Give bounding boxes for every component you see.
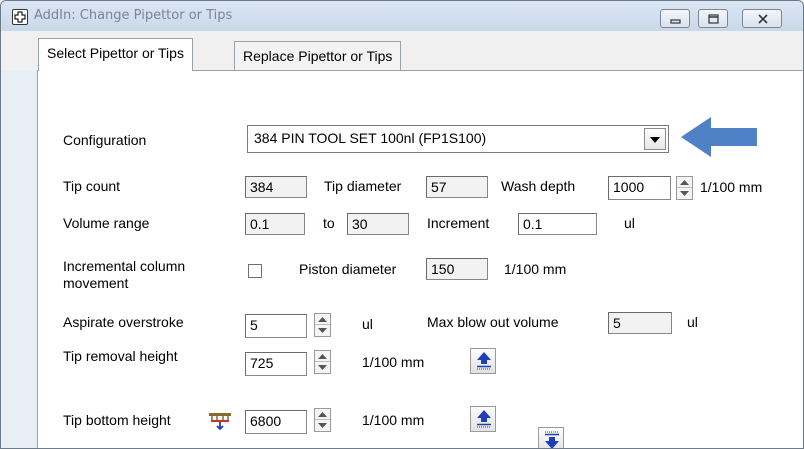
wash-depth-input[interactable]: 1000 [608,176,671,200]
volume-range-max-field: 30 [347,213,409,235]
max-blow-out-volume-label: Max blow out volume [427,314,559,330]
configuration-label: Configuration [63,132,147,148]
tip-bottom-move-down-button[interactable] [538,427,564,448]
move-down-icon [545,431,559,448]
maximize-icon [708,14,719,24]
tip-removal-height-label: Tip removal height [63,348,178,364]
piston-diameter-field: 150 [426,258,488,280]
tip-bottom-height-value: 6800 [250,413,282,429]
aspirate-overstroke-label: Aspirate overstroke [63,314,184,330]
tip-bottom-move-up-button[interactable] [470,406,496,432]
tip-diameter-label: Tip diameter [324,178,402,194]
piston-diameter-unit: 1/100 mm [504,261,567,277]
tip-diameter-value: 57 [431,179,447,195]
piston-diameter-label: Piston diameter [299,261,397,277]
volume-range-to-label: to [323,215,335,231]
maximize-button[interactable] [698,9,728,28]
aspirate-overstroke-unit: ul [362,316,373,332]
spin-up[interactable] [315,351,330,362]
window-title: AddIn: Change Pipettor or Tips [34,8,233,23]
tip-removal-height-spinner[interactable] [314,350,331,374]
aspirate-overstroke-spinner[interactable] [314,313,331,337]
aspirate-overstroke-input[interactable]: 5 [245,314,307,338]
tab-strip: Select Pipettor or Tips Replace Pipettor… [1,31,803,71]
volume-range-max-value: 30 [352,216,368,232]
addin-window: AddIn: Change Pipettor or Tips Select Pi… [0,0,804,449]
tip-bottom-height-unit: 1/100 mm [362,412,425,428]
piston-diameter-value: 150 [431,261,455,277]
spin-up[interactable] [315,314,330,325]
tip-removal-height-input[interactable]: 725 [245,352,307,376]
move-up-icon [477,352,491,370]
incremental-column-label-line2: movement [63,275,129,291]
tab-label: Replace Pipettor or Tips [243,48,393,64]
tip-removal-height-unit: 1/100 mm [362,354,425,370]
tip-removal-height-value: 725 [250,355,274,371]
wash-depth-value: 1000 [613,179,645,195]
pointer-arrow-icon [681,117,757,157]
tip-diameter-field: 57 [426,176,488,198]
incremental-column-label-line1: Incremental column [63,258,186,274]
incremental-column-checkbox[interactable] [248,264,262,278]
aspirate-overstroke-value: 5 [250,317,258,333]
volume-range-label: Volume range [63,215,150,231]
wash-depth-label: Wash depth [501,178,576,194]
tab-select-pipettor-or-tips[interactable]: Select Pipettor or Tips [38,38,193,71]
max-blow-out-volume-unit: ul [687,314,698,330]
configuration-value: 384 PIN TOOL SET 100nl (FP1S100) [254,130,487,146]
tip-count-value: 384 [250,179,274,195]
tip-count-label: Tip count [63,178,121,194]
wash-depth-spinner[interactable] [676,176,693,200]
spin-down[interactable] [677,188,692,199]
volume-range-min-value: 0.1 [250,216,270,232]
move-up-icon [477,410,491,428]
tip-bottom-height-label: Tip bottom height [63,412,171,428]
dropdown-arrow-icon[interactable] [644,128,666,150]
increment-input[interactable]: 0.1 [518,213,597,235]
wash-depth-unit: 1/100 mm [700,179,763,195]
spin-up[interactable] [677,177,692,188]
configuration-select[interactable]: 384 PIN TOOL SET 100nl (FP1S100) [247,125,669,153]
tip-bottom-height-spinner[interactable] [314,408,331,432]
tab-replace-pipettor-or-tips[interactable]: Replace Pipettor or Tips [234,41,402,71]
spin-down[interactable] [315,420,330,431]
increment-value: 0.1 [523,216,543,232]
spin-down[interactable] [315,362,330,373]
increment-label: Increment [427,215,490,231]
tip-removal-move-up-button[interactable] [470,348,496,374]
add-in-cross-icon [12,9,28,25]
close-icon [758,14,768,24]
spin-up[interactable] [315,409,330,420]
minimize-button[interactable] [660,9,690,28]
spin-down[interactable] [315,325,330,336]
tip-bottom-marker-icon [209,413,231,431]
tip-bottom-height-input[interactable]: 6800 [245,410,307,434]
volume-range-min-field: 0.1 [245,213,305,235]
tip-count-field: 384 [245,176,307,198]
minimize-icon [670,19,681,24]
increment-unit: ul [624,215,635,231]
max-blow-out-volume-value: 5 [613,315,621,331]
tab-label: Select Pipettor or Tips [47,45,184,61]
close-button[interactable] [742,9,782,28]
max-blow-out-volume-field: 5 [608,312,672,334]
title-bar[interactable]: AddIn: Change Pipettor or Tips [1,1,803,31]
